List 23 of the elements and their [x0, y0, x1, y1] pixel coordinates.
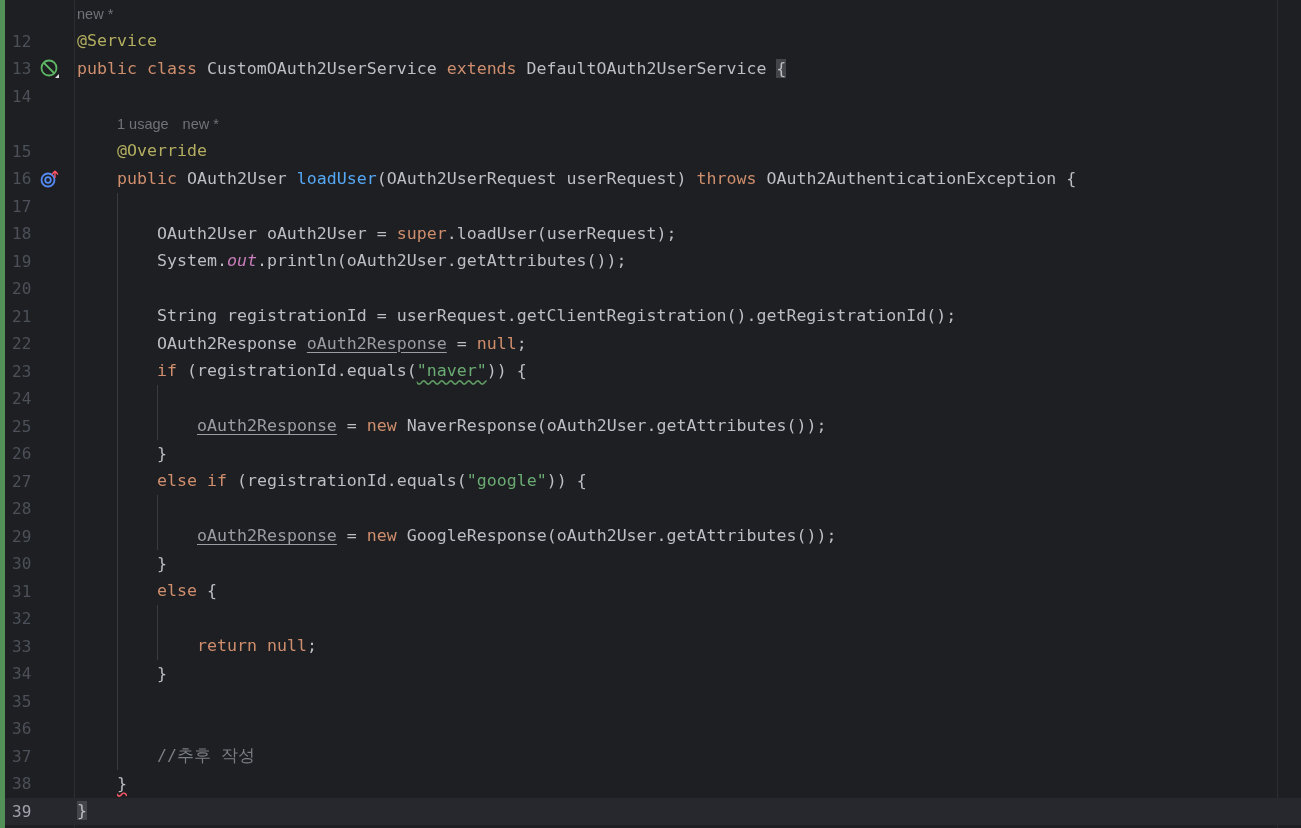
code-line: } [157, 663, 167, 684]
code-line: OAuth2Response oAuth2Response = null; [157, 333, 527, 354]
code-line: else if (registrationId.equals("google")) { [157, 471, 587, 492]
code-line: else { [157, 581, 217, 602]
code-line: } [117, 773, 127, 794]
code-line: return null; [197, 636, 317, 657]
code-line: @Override [117, 141, 207, 162]
code-line: oAuth2Response = new NaverResponse(oAuth2User.getAttributes()); [197, 416, 827, 437]
code-line: if (registrationId.equals("naver")) { [157, 361, 527, 382]
inlay-hint[interactable]: new * [182, 115, 219, 132]
inlay-hint[interactable]: 1 usage [117, 115, 169, 132]
code-line: @Service [77, 31, 157, 52]
inlay-hint[interactable]: new * [77, 5, 114, 22]
code-line: System.out.println(oAuth2User.getAttributes()); [157, 251, 627, 272]
code-comment: //추후 작성 [157, 746, 255, 767]
code-line: oAuth2Response = new GoogleResponse(oAuth2User.getAttributes()); [197, 526, 837, 547]
code-line: } [157, 553, 167, 574]
line-number: 39 [12, 801, 33, 821]
code-line: OAuth2User oAuth2User = super.loadUser(userRequest); [157, 223, 677, 244]
code-line: public OAuth2User loadUser(OAuth2UserRequest userRequest) throws OAuth2AuthenticationException { [117, 168, 1077, 189]
code-line: String registrationId = userRequest.getClientRegistration().getRegistrationId(); [157, 306, 957, 327]
code-line: public class CustomOAuth2UserService extends DefaultOAuth2UserService { [77, 58, 787, 79]
code-line: } [157, 443, 167, 464]
